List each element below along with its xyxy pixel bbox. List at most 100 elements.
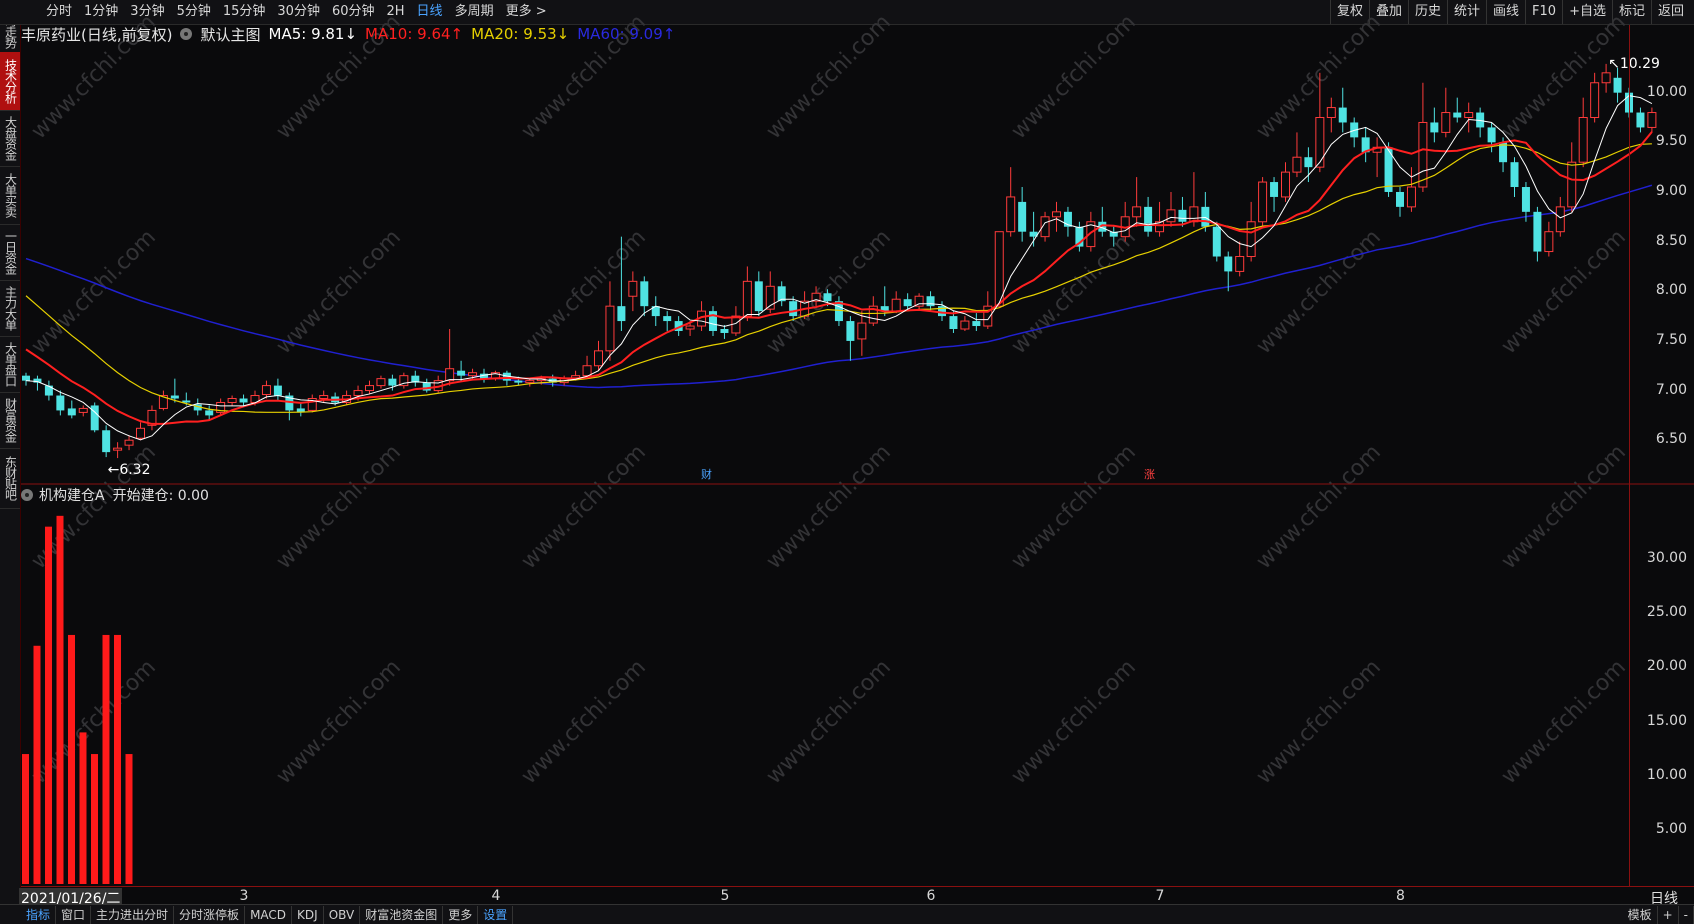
indicator-tab-7[interactable]: 财富池资金图: [360, 905, 444, 924]
candle-body-down: [1224, 256, 1233, 272]
candle-body-up: [1246, 221, 1256, 258]
indicator-tab-9[interactable]: 设置: [478, 905, 514, 924]
candle-body-down: [663, 316, 672, 322]
indicator-tick-label: 10.00: [1646, 766, 1687, 783]
indicator-tab-0[interactable]: 指标: [21, 905, 57, 924]
candle-body-up: [605, 305, 615, 352]
candle-body-down: [205, 410, 214, 416]
indicator-tab-2[interactable]: 主力进出分时: [91, 905, 175, 924]
candle-body-down: [938, 306, 946, 317]
indicator-name[interactable]: 机构建仓A: [39, 485, 105, 505]
price-tick-label: 10.00: [1646, 83, 1687, 100]
candle-body-down: [1178, 209, 1187, 222]
bottom-right-action-1[interactable]: +: [1658, 905, 1679, 924]
candle-body-up: [1292, 156, 1302, 173]
candle-body-up: [1578, 117, 1588, 163]
indicator-bar: [56, 515, 64, 884]
candle-body-up: [1258, 181, 1268, 223]
candle-body-down: [514, 380, 523, 383]
candle-body-down: [1533, 211, 1542, 252]
main-chart-legend: 丰原药业(日线,前复权) 默认主图 MA5: 9.81↓ MA10: 9.64↑…: [21, 24, 683, 44]
month-tick-label: 3: [239, 888, 249, 904]
candle-body-up: [994, 231, 1004, 307]
month-tick-label: 4: [491, 888, 501, 904]
candle-body-down: [1453, 112, 1462, 118]
indicator-tab-3[interactable]: 分时涨停板: [174, 905, 246, 924]
bottom-right-action-2[interactable]: -: [1679, 905, 1694, 924]
candle-body-up: [1189, 206, 1199, 223]
candle-body-down: [22, 375, 30, 381]
month-tick-label: 7: [1155, 888, 1165, 904]
candle-body-down: [1212, 226, 1221, 257]
price-tick-label: 8.00: [1655, 282, 1687, 299]
indicator-tab-1[interactable]: 窗口: [56, 905, 92, 924]
candle-body-up: [365, 385, 374, 392]
candle-body-down: [823, 293, 832, 302]
indicator-tab-6[interactable]: OBV: [324, 905, 361, 924]
indicator-tick-label: 15.00: [1646, 712, 1687, 729]
candle-body-up: [227, 398, 237, 403]
price-tick-label: 7.50: [1655, 331, 1687, 348]
price-axis: 10.00 9.50 9.00 8.50 8.00 7.50 7.00 6.50 30.00 25…: [1629, 25, 1694, 886]
price-tick-label: 7.00: [1655, 381, 1687, 398]
candle-body-down: [239, 398, 248, 403]
indicator-tick-label: 25.00: [1646, 604, 1687, 621]
candle-body-down: [1521, 187, 1530, 212]
candle-body-up: [468, 372, 478, 377]
candle-body-down: [44, 385, 53, 396]
candle-body-up: [594, 350, 603, 367]
candle-body-down: [273, 385, 282, 396]
bottom-right-action-0[interactable]: 模板: [1623, 905, 1658, 924]
indicator-toolbar: 指标 窗口 主力进出分时 分时涨停板 MACD KDJ OBV 财富池资金图 更多 设置 模板 + -: [0, 904, 1694, 924]
indicator-tab-8[interactable]: 更多: [443, 905, 479, 924]
candle-body-up: [1567, 161, 1577, 208]
indicator-bar: [68, 634, 75, 884]
indicator-legend: 机构建仓A 开始建仓: 0.00: [21, 485, 209, 505]
candle-body-down: [1338, 107, 1347, 123]
template-name[interactable]: 默认主图: [200, 24, 260, 45]
indicator-bar: [33, 645, 41, 884]
price-tick-label: 9.00: [1655, 182, 1687, 199]
candle-body-up: [1601, 72, 1611, 84]
candle-body-down: [1270, 182, 1279, 197]
candle-body-down: [56, 395, 65, 411]
time-axis: 2021/01/26/二: [19, 886, 1694, 908]
candle-body-up: [1052, 211, 1061, 218]
indicator-tab-4[interactable]: MACD: [245, 905, 293, 924]
ma10-label: MA10: 9.64↑: [365, 25, 464, 43]
month-tick-label: 5: [720, 888, 730, 904]
candle-body-up: [124, 439, 134, 446]
candle-body-up: [1132, 206, 1142, 218]
event-marker-cai[interactable]: 财: [701, 467, 712, 481]
indicator-tick-label: 30.00: [1646, 550, 1687, 567]
kline-chart[interactable]: www.cfchi.com www.cfchi.com www.cfchi.com w…: [0, 0, 1694, 923]
stock-title[interactable]: 丰原药业(日线,前复权): [21, 24, 172, 45]
indicator-bar: [79, 732, 87, 884]
month-tick-label: 6: [926, 888, 936, 904]
candle-body-up: [525, 380, 535, 384]
indicator-tab-5[interactable]: KDJ: [292, 905, 324, 924]
indicator-bar: [114, 634, 121, 884]
indicator-bar: [45, 526, 52, 884]
candle-body-down: [903, 299, 912, 307]
indicator-bar: [91, 754, 98, 884]
settings-gear-icon[interactable]: [180, 28, 193, 40]
indicator-gear-icon[interactable]: [21, 489, 33, 501]
candle-body-down: [1201, 206, 1210, 227]
candle-body-down: [1510, 162, 1519, 188]
candle-body-down: [1304, 157, 1313, 168]
indicator-value: 开始建仓: 0.00: [112, 488, 209, 504]
candle-body-up: [113, 447, 123, 451]
candle-body-down: [457, 370, 466, 376]
ma5-label: MA5: 9.81↓: [268, 25, 358, 43]
price-tick-label: 9.50: [1655, 133, 1687, 150]
candle-body-down: [1144, 206, 1153, 232]
candle-body-down: [949, 316, 958, 330]
event-marker-zhang[interactable]: 涨: [1144, 468, 1155, 481]
candle-body-up: [1418, 121, 1428, 188]
candle-body-down: [1396, 191, 1404, 207]
indicator-tick-label: 5.00: [1655, 820, 1687, 837]
candle-body-down: [388, 378, 397, 386]
low-price-label: ←6.32: [108, 462, 151, 478]
candle-body-down: [972, 321, 981, 327]
